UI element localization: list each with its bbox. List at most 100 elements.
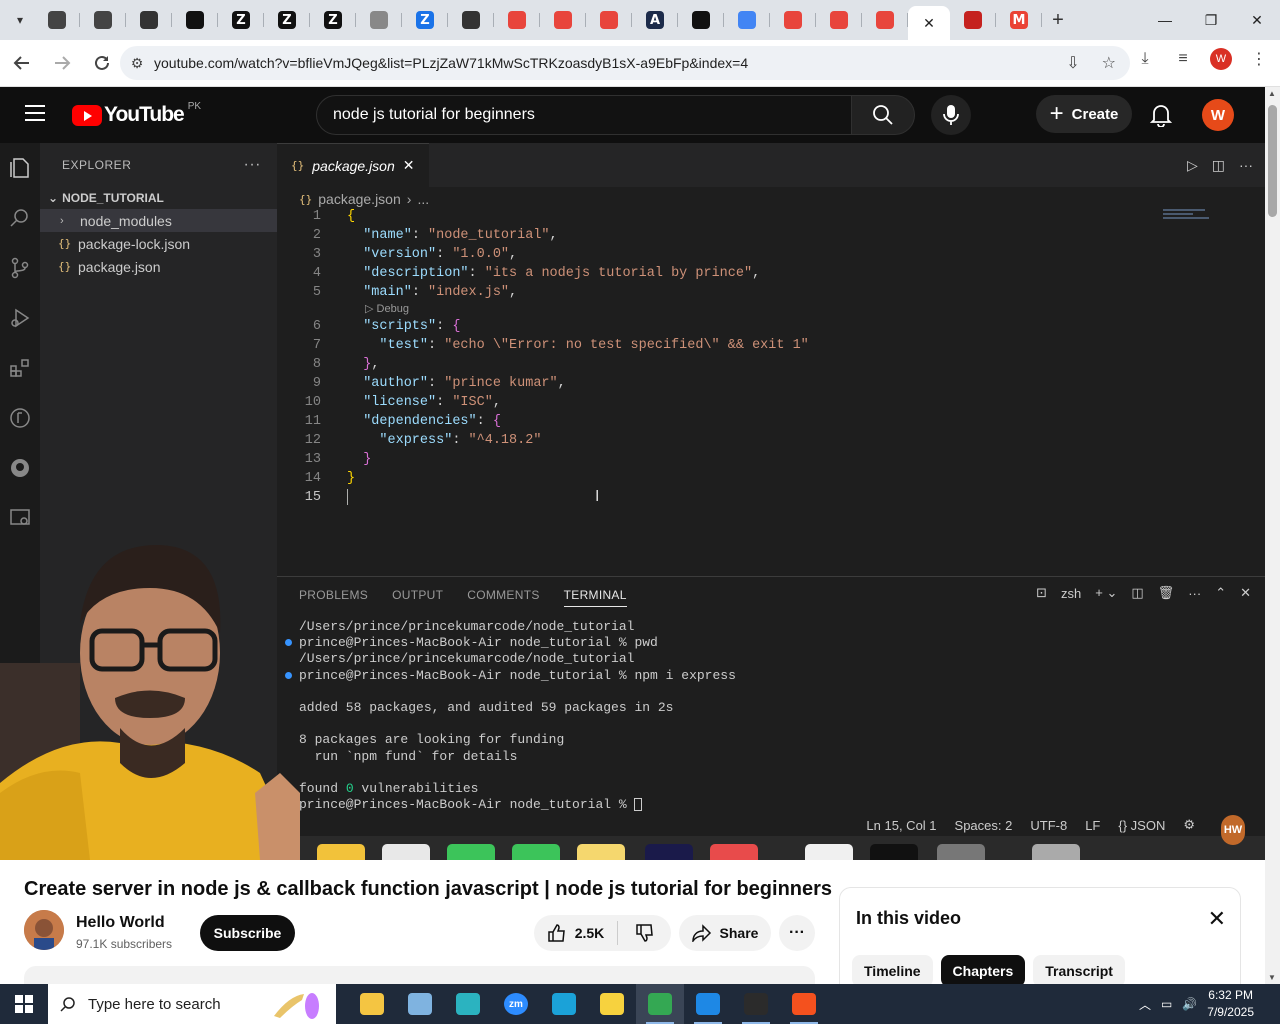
tab-11[interactable] (494, 4, 540, 36)
tab-4[interactable] (172, 4, 218, 36)
new-tab-button[interactable]: + (1042, 9, 1074, 32)
subscribe-button[interactable]: Subscribe (200, 915, 295, 951)
channel-avatar[interactable] (24, 910, 64, 950)
taskbar-app-diamond[interactable] (444, 984, 492, 1024)
tab-8[interactable] (356, 4, 402, 36)
explorer-item-package-json[interactable]: {} package.json (40, 255, 277, 278)
network-icon[interactable]: ▭ (1161, 997, 1172, 1011)
tab-15[interactable] (678, 4, 724, 36)
terminal-icon (744, 993, 768, 1015)
close-tab-icon[interactable]: ✕ (923, 15, 935, 32)
explorer-item-node-modules[interactable]: › node_modules (40, 209, 277, 232)
ticket-icon (508, 11, 526, 29)
taskbar-terminal[interactable] (732, 984, 780, 1024)
minimize-icon[interactable]: — (1142, 0, 1188, 40)
search-icon (873, 105, 893, 125)
vscode-icon (696, 993, 720, 1015)
bookmark-star-icon[interactable]: ☆ (1102, 53, 1116, 73)
tab-13[interactable] (586, 4, 632, 36)
voice-search-button[interactable] (931, 95, 971, 135)
tab-2[interactable] (80, 4, 126, 36)
tab-5[interactable]: Z (218, 4, 264, 36)
back-button[interactable] (4, 45, 40, 81)
tab-list: ZZZZA (34, 4, 908, 36)
guide-menu-icon[interactable] (25, 105, 45, 121)
clock[interactable]: 6:32 PM 7/9/2025 (1207, 987, 1254, 1021)
tab-10[interactable] (448, 4, 494, 36)
scrollbar-thumb[interactable] (1268, 105, 1277, 217)
scroll-down-icon[interactable]: ▼ (1268, 973, 1276, 982)
share-button[interactable]: Share (679, 915, 771, 951)
install-app-icon[interactable]: ⇩ (1066, 53, 1079, 73)
taskbar-file-explorer[interactable] (348, 984, 396, 1024)
youtube-search-input[interactable]: node js tutorial for beginners (316, 95, 852, 135)
description-box[interactable] (24, 966, 815, 986)
tab-9[interactable]: Z (402, 4, 448, 36)
line-number: 1 (312, 209, 321, 224)
notifications-button[interactable] (1149, 103, 1173, 128)
chrome-menu-icon[interactable]: ⋮ (1248, 49, 1270, 69)
tab-18[interactable] (816, 4, 862, 36)
taskbar-brave-pen[interactable] (780, 984, 828, 1024)
status-eol: LF (1085, 817, 1101, 833)
chip-transcript[interactable]: Transcript (1033, 955, 1125, 987)
tab-7[interactable]: Z (310, 4, 356, 36)
volume-icon[interactable]: 🔊 (1182, 997, 1197, 1011)
reload-button[interactable] (84, 45, 120, 81)
chip-chapters[interactable]: Chapters (940, 955, 1026, 987)
taskbar-vscode[interactable] (684, 984, 732, 1024)
taskbar-chrome[interactable] (636, 984, 684, 1024)
close-icon[interactable]: ✕ (1208, 906, 1226, 932)
url-text[interactable]: youtube.com/watch?v=bflieVmJQeg&list=PLz… (154, 55, 748, 71)
tab-6[interactable]: Z (264, 4, 310, 36)
tab-1[interactable] (34, 4, 80, 36)
media-controls-icon[interactable]: ≡ (1172, 50, 1194, 68)
video-player[interactable]: EXPLORER ··· ⌄ NODE_TUTORIAL › node_modules… (0, 143, 1265, 860)
back-arrow-icon (13, 56, 29, 70)
downloads-icon[interactable]: ⤓ (1134, 50, 1156, 68)
taskbar-sticky-notes[interactable] (588, 984, 636, 1024)
line-number: 8 (312, 357, 321, 372)
taskbar-search-box[interactable]: Type here to search (48, 984, 336, 1024)
page-scrollbar[interactable]: ▲ ▼ (1265, 87, 1280, 984)
tab-12[interactable] (540, 4, 586, 36)
extra-tab-0[interactable] (950, 4, 996, 36)
tab-3[interactable] (126, 4, 172, 36)
dislike-button[interactable] (618, 923, 671, 943)
restore-icon[interactable]: ❐ (1188, 0, 1234, 40)
more-icon: ··· (1239, 157, 1253, 173)
channel-name[interactable]: Hello World (76, 914, 165, 932)
youtube-search-button[interactable] (851, 95, 915, 135)
explorer-item-package-lock-json[interactable]: {} package-lock.json (40, 232, 277, 255)
omnibox[interactable]: ⚙ youtube.com/watch?v=bflieVmJQeg&list=P… (120, 46, 1130, 80)
create-button[interactable]: + Create (1036, 95, 1132, 133)
taskbar-paint[interactable] (396, 984, 444, 1024)
start-button[interactable] (0, 984, 48, 1024)
terminal-line: found 0 vulnerabilities (299, 780, 479, 796)
tab-14[interactable]: A (632, 4, 678, 36)
forward-arrow-icon (55, 56, 71, 70)
profile-avatar[interactable]: W (1210, 48, 1232, 70)
taskbar-zoom[interactable]: zm (492, 984, 540, 1024)
scroll-up-icon[interactable]: ▲ (1268, 89, 1276, 98)
like-count: 2.5K (574, 925, 605, 941)
show-hidden-icons-icon[interactable]: ︿ (1139, 996, 1151, 1013)
chip-timeline[interactable]: Timeline (852, 955, 933, 987)
tab-search-dropdown-icon[interactable]: ▾ (6, 6, 34, 34)
site-info-icon[interactable]: ⚙ (120, 55, 154, 72)
taskbar-edge[interactable] (540, 984, 588, 1024)
like-button[interactable]: 2.5K (534, 921, 618, 945)
tab-16[interactable] (724, 4, 770, 36)
close-window-icon[interactable]: ✕ (1234, 0, 1280, 40)
youtube-avatar[interactable]: W (1202, 99, 1234, 131)
code-text: "license": "ISC", (363, 395, 501, 410)
youtube-logo[interactable]: YouTube PK (72, 101, 201, 127)
tab-19[interactable] (862, 4, 908, 36)
more-actions-button[interactable]: ··· (779, 915, 815, 951)
extra-tab-1[interactable]: M (996, 4, 1042, 36)
tab-17[interactable] (770, 4, 816, 36)
tab-active-youtube[interactable]: ✕ (908, 6, 950, 40)
code-line: 5 "main": "index.js", (277, 283, 1157, 302)
forward-button[interactable] (44, 45, 80, 81)
